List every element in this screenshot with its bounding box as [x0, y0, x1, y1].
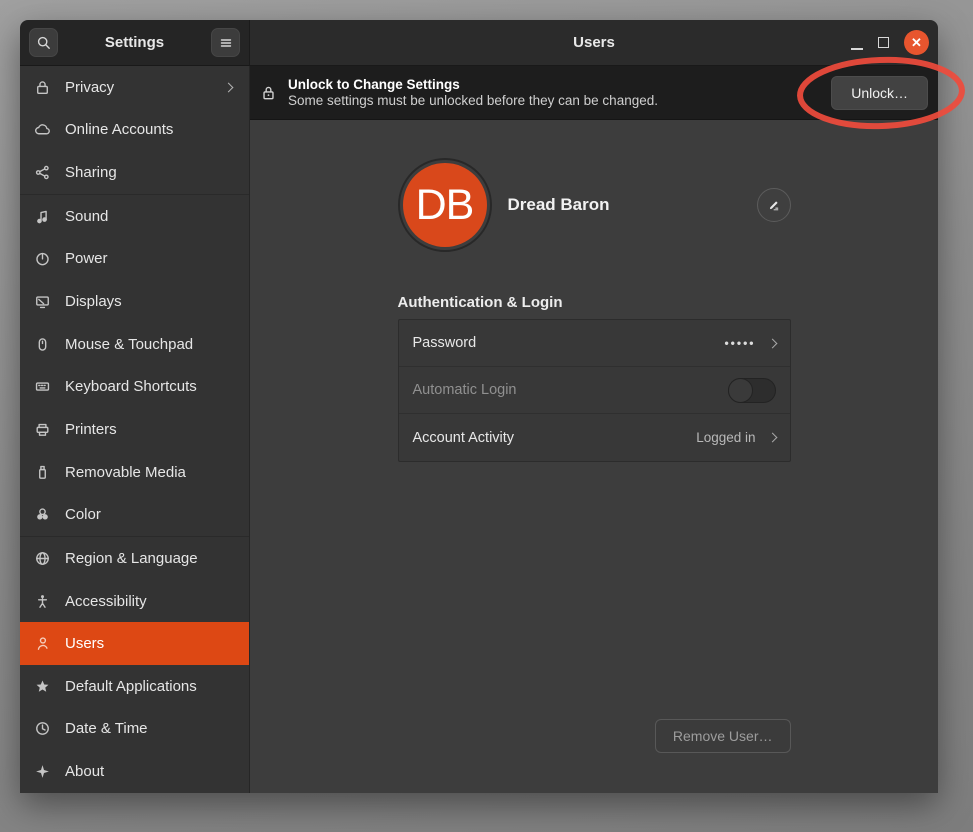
edit-name-button[interactable]	[757, 188, 791, 222]
sidebar-item-removable-media[interactable]: Removable Media	[20, 451, 249, 494]
sidebar-item-color[interactable]: Color	[20, 493, 249, 536]
printer-icon	[34, 421, 51, 438]
user-full-name: Dread Baron	[508, 195, 610, 215]
share-icon	[34, 164, 51, 181]
user-profile-row: DB Dread Baron	[398, 158, 791, 252]
toggle-knob	[728, 378, 753, 403]
sidebar-item-privacy[interactable]: Privacy	[20, 66, 249, 109]
sidebar-item-printers[interactable]: Printers	[20, 408, 249, 451]
password-row[interactable]: Password •••••	[399, 320, 790, 367]
minimize-button[interactable]	[851, 48, 863, 50]
avatar-initials: DB	[403, 163, 487, 247]
automatic-login-row: Automatic Login	[399, 367, 790, 414]
sparkle-icon	[34, 763, 51, 780]
user-icon	[34, 635, 51, 652]
sidebar-item-region-language[interactable]: Region & Language	[20, 537, 249, 580]
keyboard-icon	[34, 378, 51, 395]
sidebar-item-sharing[interactable]: Sharing	[20, 151, 249, 194]
avatar[interactable]: DB	[398, 158, 492, 252]
chevron-right-icon	[767, 433, 777, 443]
sidebar-item-date-time[interactable]: Date & Time	[20, 708, 249, 751]
sidebar-item-users[interactable]: Users	[20, 622, 249, 665]
users-panel: Unlock to Change Settings Some settings …	[250, 66, 938, 793]
sidebar-item-mouse-touchpad[interactable]: Mouse & Touchpad	[20, 323, 249, 366]
cloud-icon	[34, 121, 51, 138]
globe-icon	[34, 550, 51, 567]
mouse-icon	[34, 336, 51, 353]
sidebar-item-default-applications[interactable]: Default Applications	[20, 665, 249, 708]
automatic-login-toggle[interactable]	[728, 378, 776, 403]
sidebar-item-sound[interactable]: Sound	[20, 195, 249, 238]
menu-button[interactable]	[211, 28, 240, 57]
sidebar-item-online-accounts[interactable]: Online Accounts	[20, 109, 249, 152]
sidebar-item-power[interactable]: Power	[20, 238, 249, 281]
close-button[interactable]: ✕	[904, 30, 929, 55]
music-note-icon	[34, 208, 51, 225]
lock-icon	[260, 84, 277, 102]
account-activity-row[interactable]: Account Activity Logged in	[399, 414, 790, 461]
search-icon	[36, 35, 52, 51]
content-headerbar: Users ✕	[250, 20, 938, 66]
account-activity-value: Logged in	[696, 430, 755, 445]
hamburger-menu-icon	[218, 35, 234, 51]
unlock-button[interactable]: Unlock…	[831, 76, 928, 110]
search-button[interactable]	[29, 28, 58, 57]
auth-settings-list: Password ••••• Automatic Login Acc	[398, 319, 791, 462]
auth-section-header: Authentication & Login	[398, 294, 791, 311]
pencil-icon	[766, 198, 781, 213]
maximize-button[interactable]	[878, 37, 889, 48]
close-icon: ✕	[911, 36, 922, 49]
sidebar-item-about[interactable]: About	[20, 750, 249, 793]
unlock-banner-text: Unlock to Change Settings Some settings …	[288, 77, 658, 108]
chevron-right-icon	[767, 338, 777, 348]
unlock-banner: Unlock to Change Settings Some settings …	[250, 66, 938, 120]
unlock-banner-subtitle: Some settings must be unlocked before th…	[288, 93, 658, 108]
bottom-actions: Remove User…	[398, 719, 791, 753]
sidebar-item-displays[interactable]: Displays	[20, 280, 249, 323]
sidebar: Privacy Online Accounts Sharing Sound	[20, 66, 250, 793]
password-masked-value: •••••	[724, 336, 755, 350]
lock-icon	[34, 79, 51, 96]
color-circles-icon	[34, 506, 51, 523]
sidebar-item-accessibility[interactable]: Accessibility	[20, 580, 249, 623]
clock-icon	[34, 720, 51, 737]
panel-title: Users	[250, 34, 938, 51]
chevron-right-icon	[224, 82, 234, 92]
sidebar-headerbar: Settings	[20, 20, 250, 66]
unlock-banner-title: Unlock to Change Settings	[288, 77, 658, 92]
star-icon	[34, 678, 51, 695]
users-main: DB Dread Baron Authentication & Login Pa…	[250, 120, 938, 793]
sidebar-item-keyboard-shortcuts[interactable]: Keyboard Shortcuts	[20, 365, 249, 408]
remove-user-button[interactable]: Remove User…	[655, 719, 791, 753]
usb-icon	[34, 464, 51, 481]
power-icon	[34, 250, 51, 267]
settings-window: Settings Users ✕ Privacy	[20, 20, 938, 793]
accessibility-icon	[34, 593, 51, 610]
app-title: Settings	[105, 34, 164, 51]
display-icon	[34, 293, 51, 310]
